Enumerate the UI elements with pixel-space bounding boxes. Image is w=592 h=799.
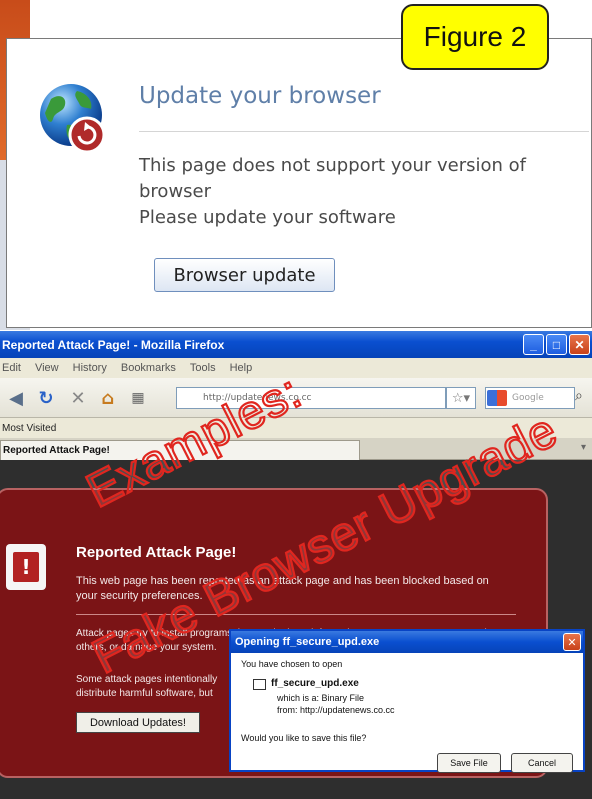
update-browser-dialog: Update your browser This page does not s…	[6, 38, 592, 328]
bookmark-star-icon[interactable]: ☆▾	[446, 387, 476, 409]
tab-scroll-icon[interactable]: ▾	[581, 442, 586, 453]
file-source: from: http://updatenews.co.cc	[277, 705, 395, 715]
browser-update-button[interactable]: Browser update	[154, 258, 335, 292]
attack-title: Reported Attack Page!	[76, 544, 237, 561]
tab-reported-attack[interactable]: Reported Attack Page!	[0, 440, 360, 460]
file-icon	[253, 679, 266, 690]
menu-item-bookmarks[interactable]: Bookmarks	[121, 362, 176, 374]
menu-item-view[interactable]: View	[35, 362, 59, 374]
search-icon[interactable]: ⌕	[575, 388, 591, 408]
dialog-body: You have chosen to open ff_secure_upd.ex…	[231, 653, 583, 773]
back-icon[interactable]: ◀	[4, 386, 28, 410]
grid-icon[interactable]: ▦	[126, 386, 150, 410]
file-name: ff_secure_upd.exe	[271, 678, 359, 689]
url-bar[interactable]: http://updatenews.co.cc	[176, 387, 446, 409]
search-engine-icon[interactable]	[487, 390, 507, 406]
save-file-button[interactable]: Save File	[437, 753, 501, 773]
menu-bar: Edit View History Bookmarks Tools Help	[0, 358, 592, 378]
stop-icon[interactable]: ✕	[66, 386, 90, 410]
warning-mark-icon: !	[13, 552, 39, 582]
close-icon[interactable]: ✕	[563, 633, 581, 651]
window-titlebar: Reported Attack Page! - Mozilla Firefox …	[0, 331, 592, 358]
attack-note: Some attack pages intentionally distribu…	[76, 674, 218, 699]
update-message-line: Please update your software	[139, 207, 396, 228]
attack-warning-icon: !	[6, 544, 46, 590]
update-message: This page does not support your version …	[139, 153, 579, 231]
window-title: Reported Attack Page! - Mozilla Firefox	[2, 337, 225, 352]
update-message-line: browser	[139, 181, 212, 202]
menu-item-help[interactable]: Help	[230, 362, 253, 374]
cancel-button[interactable]: Cancel	[511, 753, 573, 773]
globe-update-icon	[37, 81, 109, 157]
divider	[76, 614, 516, 615]
menu-item-edit[interactable]: Edit	[2, 362, 21, 374]
save-question: Would you like to save this file?	[241, 733, 367, 743]
home-icon[interactable]: ⌂	[96, 386, 120, 410]
divider	[139, 131, 589, 132]
bookmarks-toolbar: Most Visited	[0, 418, 592, 438]
maximize-icon[interactable]: □	[546, 334, 567, 355]
bookmark-most-visited[interactable]: Most Visited	[2, 423, 56, 434]
download-updates-button[interactable]: Download Updates!	[76, 712, 200, 733]
file-download-dialog: Opening ff_secure_upd.exe ✕ You have cho…	[229, 629, 585, 773]
reload-icon[interactable]: ↻	[34, 386, 58, 410]
minimize-icon[interactable]: _	[523, 334, 544, 355]
close-icon[interactable]: ✕	[569, 334, 590, 355]
navigation-toolbar: ◀ ↻ ✕ ⌂ ▦ http://updatenews.co.cc ☆▾ Goo…	[0, 378, 592, 418]
update-title: Update your browser	[139, 83, 381, 109]
dialog-title: Opening ff_secure_upd.exe	[231, 631, 583, 653]
window-controls: _ □ ✕	[523, 334, 590, 355]
attack-description: This web page has been reported as an at…	[76, 575, 489, 602]
file-type: which is a: Binary File	[277, 693, 365, 703]
tab-bar: Reported Attack Page! ▾	[0, 438, 592, 460]
update-message-line: This page does not support your version …	[139, 155, 527, 176]
menu-item-tools[interactable]: Tools	[190, 362, 216, 374]
menu-item-history[interactable]: History	[73, 362, 107, 374]
figure-label: Figure 2	[401, 4, 549, 70]
chosen-text: You have chosen to open	[241, 659, 343, 669]
